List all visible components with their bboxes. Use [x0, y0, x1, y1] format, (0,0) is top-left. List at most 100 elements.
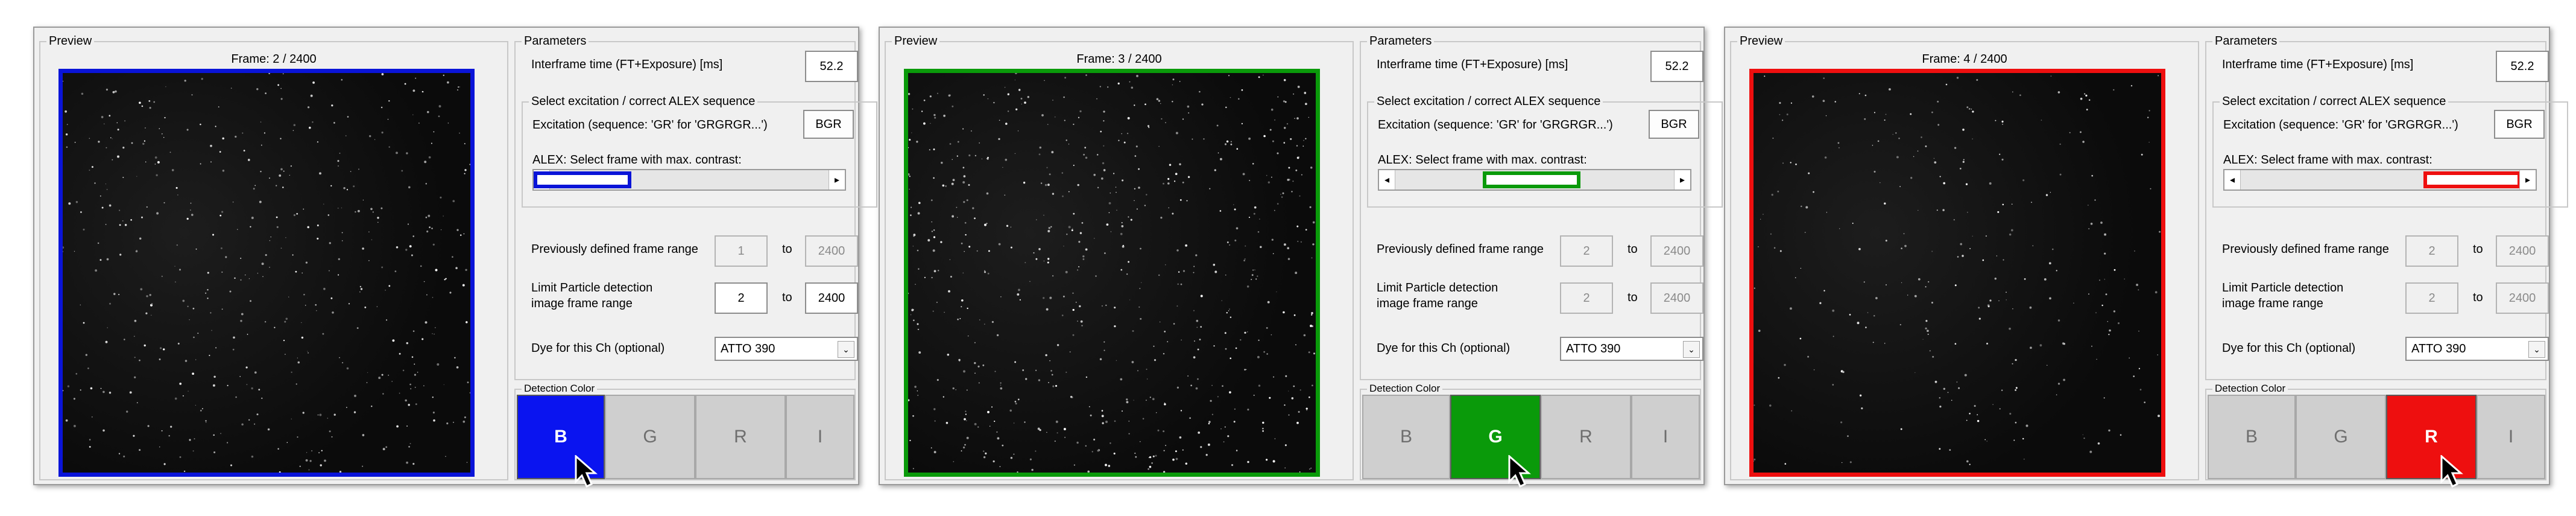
limit-label-line2: image frame range	[531, 297, 633, 310]
prev-range-label: Previously defined frame range	[1377, 243, 1544, 256]
limit-to-input[interactable]: 2400	[2496, 282, 2549, 314]
chevron-down-icon[interactable]: ⌄	[2528, 341, 2545, 358]
dye-select[interactable]: ATTO 390 ⌄	[715, 337, 858, 361]
cursor-arrow-icon	[575, 455, 598, 488]
alex-group-title: Select excitation / correct ALEX sequenc…	[1374, 94, 1603, 109]
detection-color-group: Detection Color B G R I	[514, 381, 856, 488]
preview-image[interactable]	[904, 69, 1320, 477]
preview-image[interactable]	[1749, 69, 2165, 477]
to-label: to	[782, 243, 792, 256]
interframe-input[interactable]: 52.2	[805, 51, 858, 82]
particle-field	[1754, 75, 2161, 465]
preview-group: Preview Frame: 4 / 2400	[1730, 34, 2199, 480]
excitation-input[interactable]: BGR	[1649, 110, 1699, 139]
limit-to-input[interactable]: 2400	[805, 282, 858, 314]
detection-color-buttons: B G R I	[517, 395, 854, 488]
color-button-i[interactable]: I	[786, 395, 854, 479]
preview-title: Preview	[1737, 34, 1785, 48]
chevron-down-icon[interactable]: ⌄	[838, 341, 854, 358]
parameters-group: Parameters Interframe time (FT+Exposure)…	[514, 34, 877, 380]
to-label: to	[1627, 291, 1638, 304]
color-button-b[interactable]: B	[2208, 395, 2296, 479]
parameters-group: Parameters Interframe time (FT+Exposure)…	[2205, 34, 2568, 380]
dye-select-value: ATTO 390	[721, 342, 775, 355]
slider-right-icon[interactable]: ▸	[1674, 170, 1690, 190]
slider-thumb[interactable]	[2423, 171, 2521, 188]
to-label: to	[2473, 243, 2483, 256]
detection-color-title: Detection Color	[522, 381, 598, 396]
detection-color-buttons: B G R I	[2208, 395, 2545, 488]
color-button-r[interactable]: R	[1541, 395, 1631, 479]
alex-slider[interactable]: ◂ ▸	[1378, 169, 1691, 191]
interframe-input[interactable]: 52.2	[1650, 51, 1703, 82]
slider-thumb[interactable]	[534, 171, 631, 188]
alex-slider[interactable]: ◂ ▸	[2223, 169, 2537, 191]
slider-thumb[interactable]	[1483, 171, 1580, 188]
cursor-arrow-icon	[1508, 455, 1531, 488]
frame-label: Frame: 4 / 2400	[1922, 53, 2007, 66]
limit-from-input[interactable]: 2	[715, 282, 768, 314]
frame-label: Frame: 3 / 2400	[1076, 53, 1162, 66]
to-label: to	[2473, 291, 2483, 304]
limit-from-input[interactable]: 2	[1560, 282, 1613, 314]
color-button-i[interactable]: I	[2477, 395, 2545, 479]
chevron-down-icon[interactable]: ⌄	[1683, 341, 1700, 358]
alex-slider-label: ALEX: Select frame with max. contrast:	[532, 153, 742, 167]
dye-select-value: ATTO 390	[2411, 342, 2466, 355]
color-button-r[interactable]: R	[695, 395, 786, 479]
slider-right-icon[interactable]: ▸	[829, 170, 845, 190]
particle-field	[63, 73, 470, 473]
parameters-title: Parameters	[522, 34, 589, 48]
limit-to-input[interactable]: 2400	[1650, 282, 1703, 314]
alex-slider-label: ALEX: Select frame with max. contrast:	[2223, 153, 2432, 167]
color-button-i[interactable]: I	[1631, 395, 1700, 479]
detection-color-buttons: B G R I	[1362, 395, 1700, 488]
interframe-label: Interframe time (FT+Exposure) [ms]	[531, 58, 723, 71]
preview-group: Preview Frame: 3 / 2400	[885, 34, 1354, 480]
alex-group: Select excitation / correct ALEX sequenc…	[2212, 94, 2568, 208]
prev-range-label: Previously defined frame range	[2222, 243, 2389, 256]
limit-label-line2: image frame range	[2222, 297, 2323, 310]
preview-image[interactable]	[58, 69, 475, 477]
preview-title: Preview	[46, 34, 95, 48]
dye-select[interactable]: ATTO 390 ⌄	[2405, 337, 2549, 361]
prev-from-input[interactable]: 2	[2405, 235, 2458, 267]
alex-group: Select excitation / correct ALEX sequenc…	[522, 94, 877, 208]
parameters-title: Parameters	[2212, 34, 2280, 48]
dye-select-value: ATTO 390	[1566, 342, 1621, 355]
prev-range-label: Previously defined frame range	[531, 243, 698, 256]
color-button-g[interactable]: G	[605, 395, 695, 479]
interframe-input[interactable]: 52.2	[2496, 51, 2549, 82]
prev-to-input[interactable]: 2400	[1650, 235, 1703, 267]
interframe-label: Interframe time (FT+Exposure) [ms]	[2222, 58, 2414, 71]
slider-left-icon[interactable]: ◂	[1379, 170, 1395, 190]
detection-color-title: Detection Color	[2212, 381, 2288, 396]
detection-color-title: Detection Color	[1367, 381, 1443, 396]
detection-color-group: Detection Color B G R I	[1360, 381, 1701, 488]
prev-to-input[interactable]: 2400	[805, 235, 858, 267]
alex-group-title: Select excitation / correct ALEX sequenc…	[529, 94, 758, 109]
prev-from-input[interactable]: 1	[715, 235, 768, 267]
limit-from-input[interactable]: 2	[2405, 282, 2458, 314]
prev-to-input[interactable]: 2400	[2496, 235, 2549, 267]
preview-group: Preview Frame: 2 / 2400	[39, 34, 508, 480]
slider-right-icon[interactable]: ▸	[2519, 170, 2536, 190]
dye-select[interactable]: ATTO 390 ⌄	[1560, 337, 1703, 361]
excitation-input[interactable]: BGR	[2494, 110, 2545, 139]
alex-slider[interactable]: ◂ ▸	[532, 169, 846, 191]
alex-group: Select excitation / correct ALEX sequenc…	[1367, 94, 1723, 208]
limit-label-line2: image frame range	[1377, 297, 1478, 310]
limit-label-line1: Limit Particle detection	[531, 281, 653, 295]
slider-left-icon[interactable]: ◂	[2224, 170, 2241, 190]
dye-label: Dye for this Ch (optional)	[2222, 342, 2356, 355]
limit-label-line1: Limit Particle detection	[1377, 281, 1498, 295]
excitation-input[interactable]: BGR	[803, 110, 854, 139]
to-label: to	[1627, 243, 1638, 256]
preview-title: Preview	[892, 34, 940, 48]
color-button-b[interactable]: B	[1362, 395, 1450, 479]
excitation-label: Excitation (sequence: 'GR' for 'GRGRGR..…	[532, 118, 768, 132]
prev-from-input[interactable]: 2	[1560, 235, 1613, 267]
window-panel-3: Preview Frame: 4 / 2400 Parameters Inter…	[1724, 27, 2568, 488]
limit-label-line1: Limit Particle detection	[2222, 281, 2344, 295]
color-button-g[interactable]: G	[2296, 395, 2386, 479]
